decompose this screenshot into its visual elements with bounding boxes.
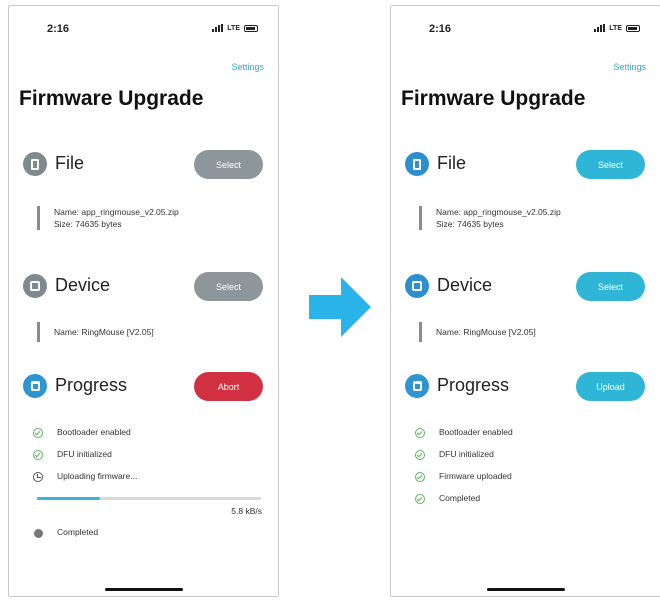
step-label: Bootloader enabled bbox=[57, 427, 131, 437]
check-circle-icon bbox=[415, 494, 425, 504]
device-icon bbox=[23, 274, 47, 298]
progress-icon bbox=[23, 374, 47, 398]
status-bar: 2:16 LTE bbox=[391, 23, 660, 37]
device-section-header: Device Select bbox=[23, 272, 263, 302]
upload-progress-bar bbox=[37, 497, 261, 500]
step-label: Uploading firmware... bbox=[57, 471, 138, 481]
step-label: DFU initialized bbox=[439, 449, 494, 459]
status-time: 2:16 bbox=[47, 23, 70, 35]
file-section-title: File bbox=[55, 153, 85, 173]
step-dfu: DFU initialized bbox=[33, 448, 258, 470]
progress-section-header: Progress Upload bbox=[405, 372, 645, 402]
device-select-button[interactable]: Select bbox=[194, 272, 263, 301]
network-label: LTE bbox=[227, 24, 240, 32]
signal-icon bbox=[594, 24, 606, 32]
dot-icon bbox=[34, 529, 43, 538]
status-time: 2:16 bbox=[429, 23, 452, 35]
step-label: Completed bbox=[57, 527, 99, 537]
device-section-title: Device bbox=[55, 275, 111, 295]
check-circle-icon bbox=[415, 472, 425, 482]
file-size: Size: 74635 bytes bbox=[54, 219, 122, 229]
battery-icon bbox=[244, 24, 258, 32]
progress-icon bbox=[405, 374, 429, 398]
step-uploading: Uploading firmware... bbox=[33, 470, 258, 492]
comparison-stage: 2:16 LTE Settings Firmware Upgrade File … bbox=[0, 0, 660, 601]
phone-screen-uploading: 2:16 LTE Settings Firmware Upgrade File … bbox=[8, 5, 279, 597]
upload-progress-fill bbox=[37, 497, 100, 500]
page-title: Firmware Upgrade bbox=[19, 87, 204, 110]
phone-screen-completed: 2:16 LTE Settings Firmware Upgrade File … bbox=[390, 5, 660, 597]
file-name: Name: app_ringmouse_v2.05.zip bbox=[436, 207, 561, 217]
check-circle-icon bbox=[415, 450, 425, 460]
check-circle-icon bbox=[33, 428, 43, 438]
progress-steps: Bootloader enabled DFU initialized Uploa… bbox=[33, 426, 258, 548]
device-name: Name: RingMouse [V2.05] bbox=[436, 327, 536, 337]
home-indicator[interactable] bbox=[104, 588, 183, 591]
device-section-title: Device bbox=[437, 275, 493, 295]
step-label: Completed bbox=[439, 493, 481, 503]
step-bootloader: Bootloader enabled bbox=[415, 426, 640, 448]
progress-section-header: Progress Abort bbox=[23, 372, 263, 402]
upload-speed: 5.8 kB/s bbox=[231, 506, 262, 516]
file-select-button[interactable]: Select bbox=[194, 150, 263, 179]
file-select-button[interactable]: Select bbox=[576, 150, 645, 179]
file-section-header: File Select bbox=[405, 150, 645, 180]
spinner-icon bbox=[33, 472, 43, 482]
abort-button[interactable]: Abort bbox=[194, 372, 263, 401]
step-completed: Completed bbox=[415, 492, 640, 514]
file-size: Size: 74635 bytes bbox=[436, 219, 504, 229]
step-label: Firmware uploaded bbox=[439, 471, 512, 481]
progress-section-title: Progress bbox=[55, 375, 128, 395]
status-bar: 2:16 LTE bbox=[9, 23, 278, 37]
page-title: Firmware Upgrade bbox=[401, 87, 586, 110]
file-section-title: File bbox=[437, 153, 467, 173]
device-section-header: Device Select bbox=[405, 272, 645, 302]
status-icons: LTE bbox=[212, 24, 258, 32]
step-completed: Completed bbox=[33, 526, 258, 548]
step-bootloader: Bootloader enabled bbox=[33, 426, 258, 448]
file-icon bbox=[23, 152, 47, 176]
progress-section-title: Progress bbox=[437, 375, 510, 395]
step-firmware-uploaded: Firmware uploaded bbox=[415, 470, 640, 492]
device-info: Name: RingMouse [V2.05] bbox=[37, 322, 154, 342]
settings-link[interactable]: Settings bbox=[613, 62, 646, 72]
network-label: LTE bbox=[609, 24, 622, 32]
settings-link[interactable]: Settings bbox=[231, 62, 264, 72]
signal-icon bbox=[212, 24, 224, 32]
device-name: Name: RingMouse [V2.05] bbox=[54, 327, 154, 337]
home-indicator[interactable] bbox=[486, 588, 565, 591]
file-section-header: File Select bbox=[23, 150, 263, 180]
check-circle-icon bbox=[33, 450, 43, 460]
status-icons: LTE bbox=[594, 24, 640, 32]
step-label: DFU initialized bbox=[57, 449, 112, 459]
arrow-right-icon bbox=[309, 277, 371, 337]
file-info: Name: app_ringmouse_v2.05.zip Size: 7463… bbox=[37, 206, 179, 230]
step-dfu: DFU initialized bbox=[415, 448, 640, 470]
device-info: Name: RingMouse [V2.05] bbox=[419, 322, 536, 342]
step-label: Bootloader enabled bbox=[439, 427, 513, 437]
device-select-button[interactable]: Select bbox=[576, 272, 645, 301]
battery-icon bbox=[626, 24, 640, 32]
check-circle-icon bbox=[415, 428, 425, 438]
file-info: Name: app_ringmouse_v2.05.zip Size: 7463… bbox=[419, 206, 561, 230]
progress-steps: Bootloader enabled DFU initialized Firmw… bbox=[415, 426, 640, 514]
device-icon bbox=[405, 274, 429, 298]
upload-button[interactable]: Upload bbox=[576, 372, 645, 401]
file-icon bbox=[405, 152, 429, 176]
file-name: Name: app_ringmouse_v2.05.zip bbox=[54, 207, 179, 217]
